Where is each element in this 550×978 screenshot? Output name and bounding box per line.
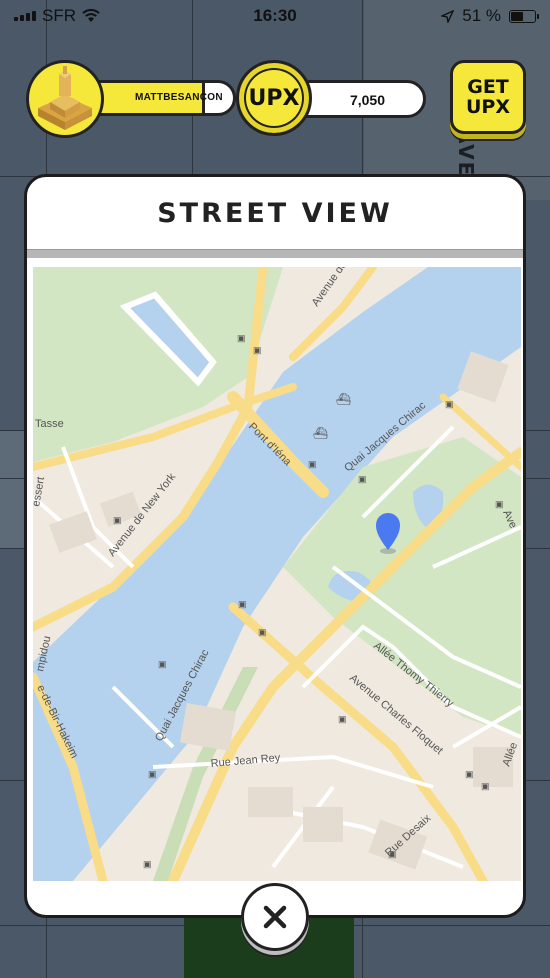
boat-icon: ⛴ xyxy=(313,426,328,440)
bus-icon: ▣ xyxy=(358,474,367,484)
username: MATTBESANCON xyxy=(135,92,223,103)
close-icon xyxy=(263,905,287,929)
battery-percent: 51 % xyxy=(462,6,501,25)
get-upx-line1: GET xyxy=(467,76,509,98)
bus-icon: ▣ xyxy=(143,859,152,869)
upx-coin-icon: UPX xyxy=(236,60,312,136)
bus-icon: ▣ xyxy=(495,499,504,509)
bus-icon: ▣ xyxy=(253,345,262,355)
boat-icon: ⛴ xyxy=(336,392,351,406)
modal-title: STREET VIEW xyxy=(157,197,393,229)
title-divider xyxy=(27,249,523,258)
bus-icon: ▣ xyxy=(158,659,167,669)
close-button[interactable] xyxy=(241,883,309,951)
bus-icon: ▣ xyxy=(237,333,246,343)
get-upx-button[interactable]: GET UPX xyxy=(450,60,526,134)
bus-icon: ▣ xyxy=(258,627,267,637)
bus-icon: ▣ xyxy=(465,769,474,779)
bus-icon: ▣ xyxy=(308,459,317,469)
street-label: AVE xyxy=(454,128,478,178)
bus-icon: ▣ xyxy=(148,769,157,779)
get-upx-line2: UPX xyxy=(465,96,510,118)
location-arrow-icon xyxy=(441,9,455,23)
bus-icon: ▣ xyxy=(445,399,454,409)
currency-widget[interactable]: 7,050 UPX xyxy=(236,60,428,138)
street-map[interactable]: ⛴ ⛴ ▣ ▣ ▣ ▣ ▣ ▣ ▣ ▣ ▣ ▣ ▣ ▣ ▣ ▣ ▣ ▣ Aven… xyxy=(33,267,521,881)
signal-icon xyxy=(14,11,36,21)
bus-icon: ▣ xyxy=(113,515,122,525)
bus-icon: ▣ xyxy=(338,714,347,724)
profile-widget[interactable]: MATTBESANCON xyxy=(26,60,236,138)
balance-amount: 7,050 xyxy=(349,92,385,108)
carrier-label: SFR xyxy=(42,6,76,25)
label-tasse: Tasse xyxy=(35,418,64,430)
avatar-building-icon xyxy=(38,66,92,130)
status-bar: SFR 16:30 51 % xyxy=(0,0,550,32)
street-view-modal: STREET VIEW ⛴ ⛴ ▣ ▣ ▣ ▣ ▣ ▣ ▣ ▣ ▣ ▣ ▣ ▣ … xyxy=(24,174,526,918)
coin-label: UPX xyxy=(248,85,300,111)
bus-icon: ▣ xyxy=(481,781,490,791)
city-block xyxy=(0,430,24,548)
wifi-icon xyxy=(82,9,100,22)
avatar[interactable] xyxy=(26,60,104,138)
battery-icon xyxy=(509,9,539,23)
bus-icon: ▣ xyxy=(238,599,247,609)
